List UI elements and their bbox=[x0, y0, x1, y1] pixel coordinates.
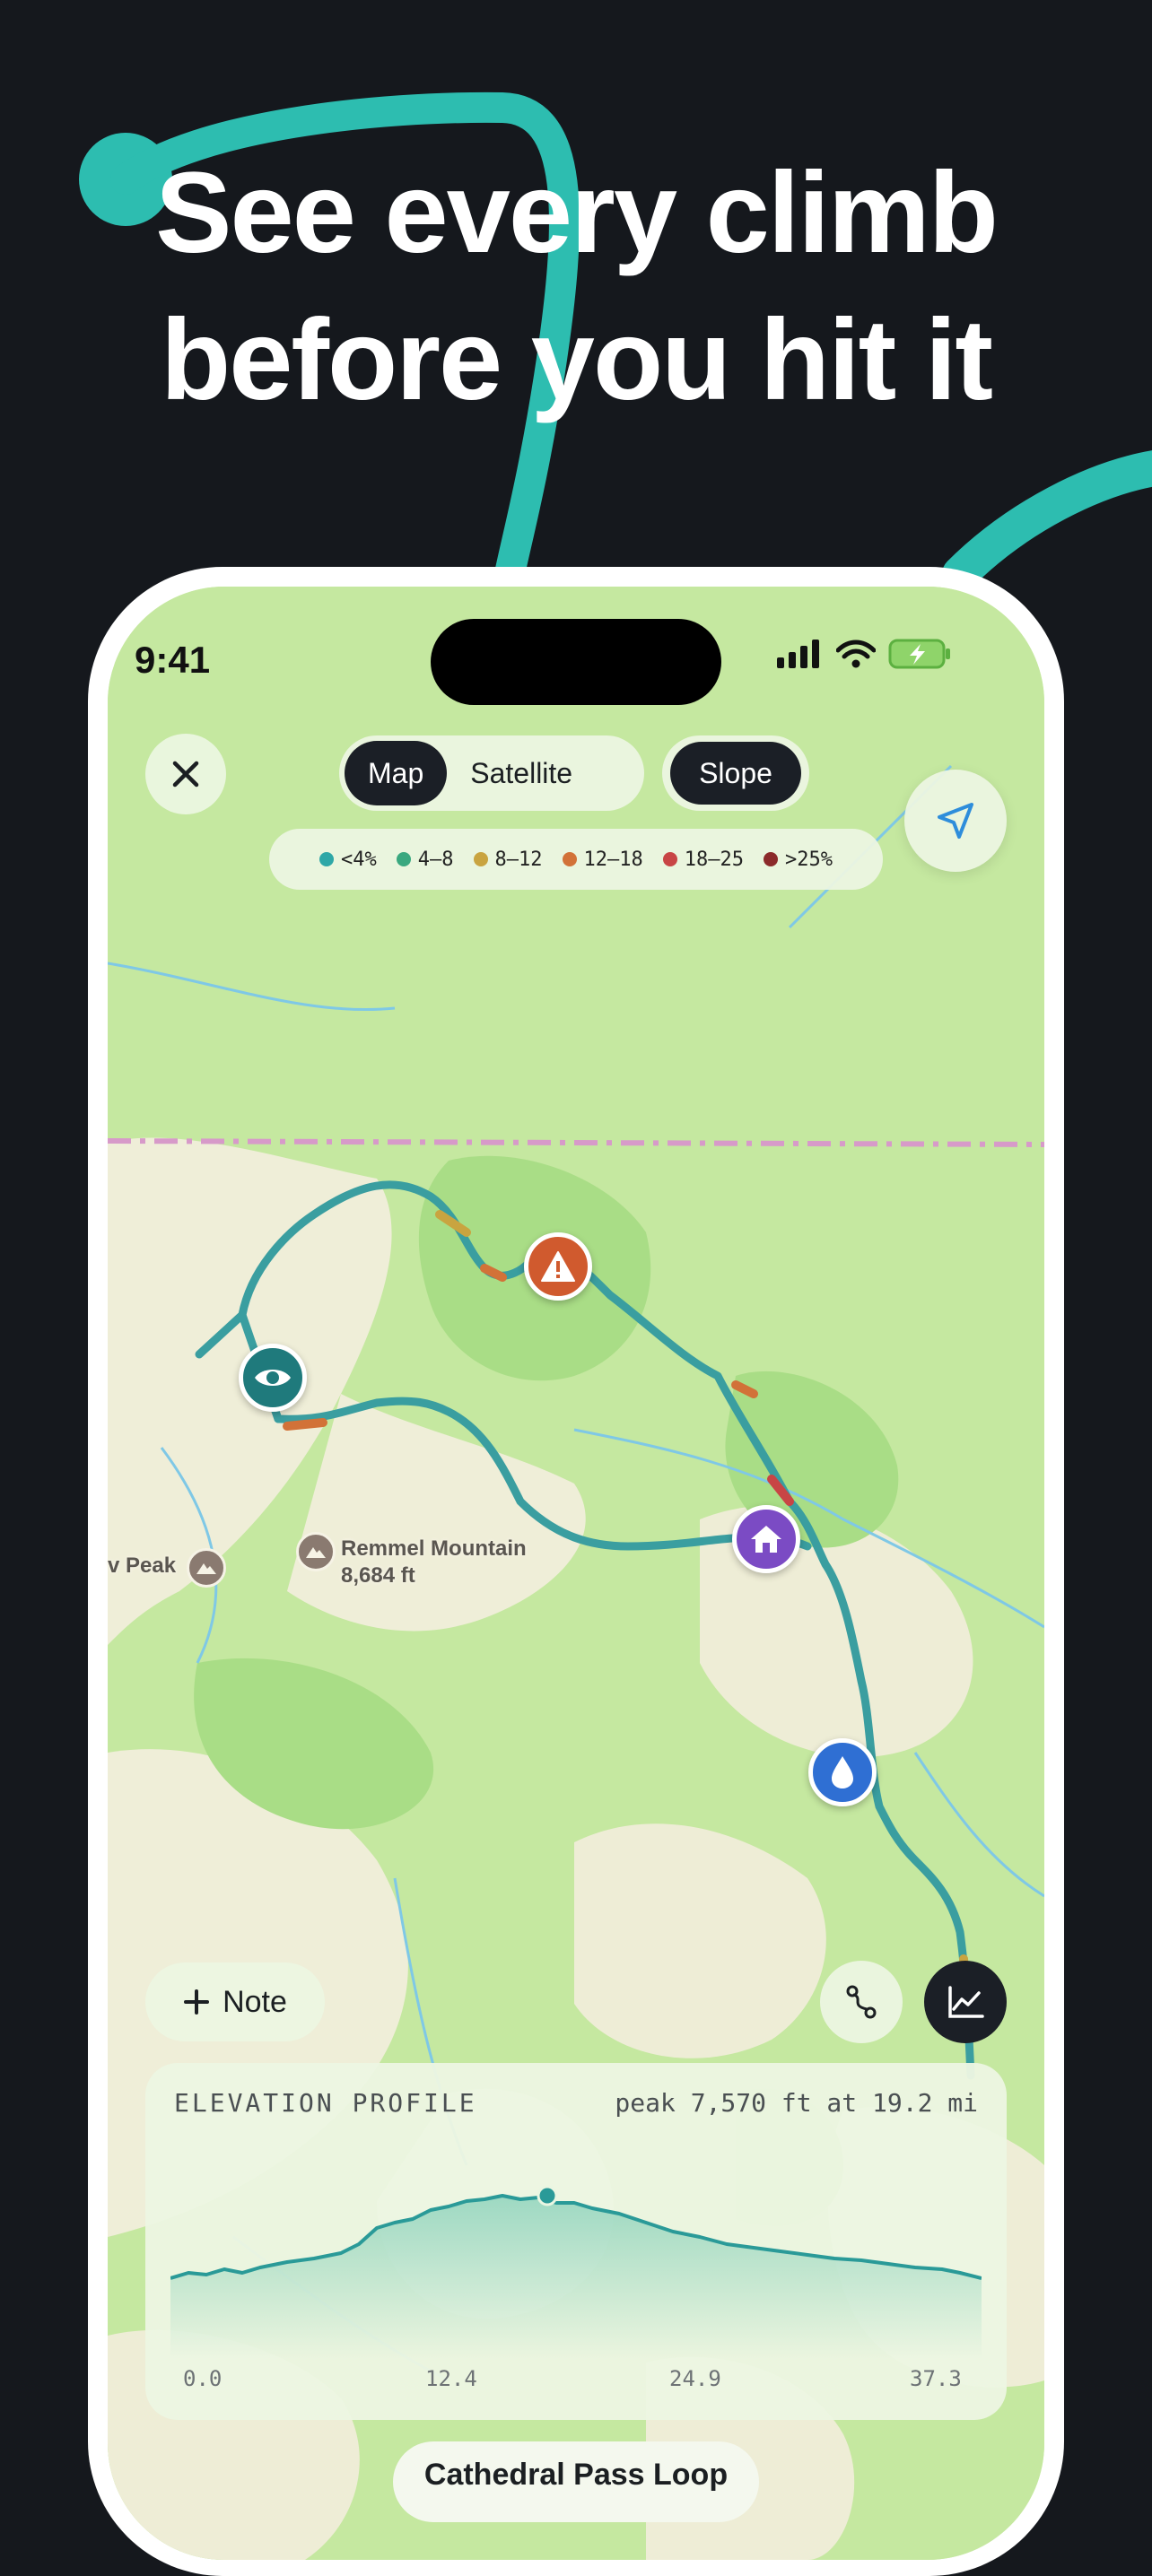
route-button[interactable] bbox=[820, 1961, 903, 2043]
legend-item: >25% bbox=[763, 848, 833, 871]
legend-item: 8–12 bbox=[473, 848, 543, 871]
peak-point bbox=[537, 2185, 558, 2206]
cellular-signal-icon bbox=[777, 640, 819, 668]
chart-icon bbox=[948, 1986, 984, 2018]
shelter-marker[interactable] bbox=[732, 1505, 800, 1573]
elevation-profile-chart bbox=[170, 2185, 982, 2359]
remmel-mountain-elevation: 8,684 ft bbox=[341, 1563, 415, 1588]
map-view-toggle: Map Satellite bbox=[339, 735, 644, 811]
hazard-marker[interactable] bbox=[524, 1232, 592, 1301]
distance-tick: 37.3 bbox=[910, 2366, 962, 2391]
legend-label: 4–8 bbox=[417, 848, 454, 871]
legend-dot bbox=[319, 852, 335, 866]
elevation-profile-title: ELEVATION PROFILE bbox=[174, 2088, 477, 2118]
viewpoint-marker[interactable] bbox=[239, 1344, 307, 1412]
locate-me-button[interactable] bbox=[904, 770, 1007, 872]
warning-icon bbox=[541, 1251, 575, 1282]
route-name-pill[interactable]: Cathedral Pass Loop bbox=[393, 2441, 759, 2522]
slope-legend: <4% 4–8 8–12 12–18 18–25 >25% bbox=[269, 829, 883, 890]
view-option-satellite[interactable]: Satellite bbox=[447, 741, 596, 805]
legend-label: 8–12 bbox=[494, 848, 543, 871]
mountain-icon bbox=[296, 1532, 336, 1571]
distance-tick: 24.9 bbox=[669, 2366, 721, 2391]
legend-dot bbox=[396, 852, 411, 866]
legend-item: 18–25 bbox=[662, 848, 744, 871]
battery-charging-icon bbox=[888, 639, 950, 669]
legend-dot bbox=[662, 852, 677, 866]
remmel-mountain-label: Remmel Mountain bbox=[341, 1536, 527, 1561]
headline-line-2: before you hit it bbox=[161, 296, 993, 424]
status-icons bbox=[777, 639, 953, 669]
distance-tick: 12.4 bbox=[425, 2366, 477, 2391]
legend-item: <4% bbox=[319, 849, 377, 871]
wifi-icon bbox=[836, 640, 876, 668]
legend-dot bbox=[473, 852, 488, 866]
legend-label: 18–25 bbox=[684, 848, 744, 871]
close-button[interactable] bbox=[145, 734, 226, 814]
elevation-area bbox=[170, 2196, 982, 2359]
elevation-profile-card[interactable]: ELEVATION PROFILE peak 7,570 ft at 19.2 … bbox=[145, 2063, 1007, 2420]
headline-line-1: See every climb bbox=[155, 149, 999, 277]
note-label: Note bbox=[223, 1984, 287, 2019]
legend-dot bbox=[562, 852, 577, 866]
route-icon bbox=[846, 1985, 877, 2019]
mountain-icon bbox=[187, 1548, 226, 1588]
distance-tick: 0.0 bbox=[183, 2366, 223, 2391]
navigation-arrow-icon bbox=[938, 803, 973, 839]
water-drop-icon bbox=[832, 1756, 853, 1788]
legend-label: >25% bbox=[784, 848, 833, 871]
dynamic-island bbox=[431, 619, 721, 705]
legend-item: 12–18 bbox=[562, 848, 643, 871]
peak-label-left: v Peak bbox=[108, 1553, 177, 1578]
elevation-chart-button[interactable] bbox=[924, 1961, 1007, 2043]
status-time: 9:41 bbox=[135, 639, 211, 681]
water-marker[interactable] bbox=[808, 1738, 877, 1806]
home-icon bbox=[751, 1526, 781, 1553]
elevation-peak-info: peak 7,570 ft at 19.2 mi bbox=[615, 2088, 978, 2118]
close-icon bbox=[172, 761, 199, 788]
legend-label: 12–18 bbox=[583, 848, 643, 871]
slope-overlay-toggle[interactable]: Slope bbox=[662, 735, 809, 811]
slope-label: Slope bbox=[670, 742, 801, 805]
legend-dot bbox=[763, 852, 778, 866]
view-option-map[interactable]: Map bbox=[345, 741, 448, 805]
eye-icon bbox=[255, 1370, 291, 1386]
plus-icon bbox=[184, 1989, 210, 2015]
add-note-button[interactable]: Note bbox=[145, 1962, 325, 2041]
legend-item: 4–8 bbox=[396, 848, 454, 871]
legend-label: <4% bbox=[341, 848, 377, 871]
